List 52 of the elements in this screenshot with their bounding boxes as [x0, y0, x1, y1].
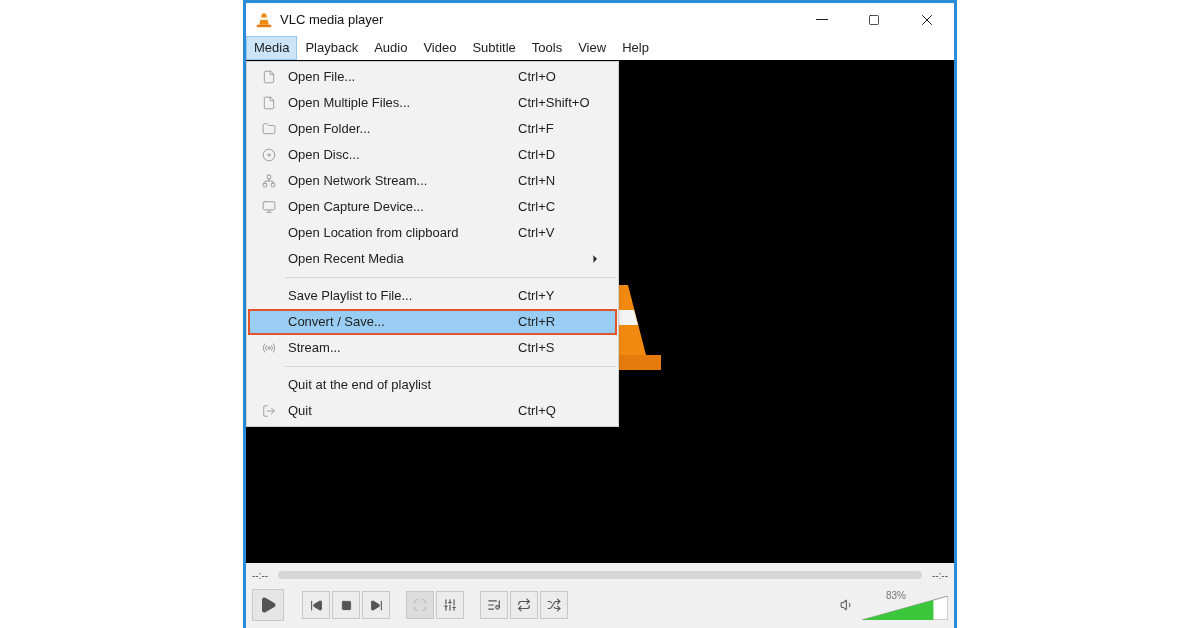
- remaining-time: --:--: [931, 568, 948, 583]
- menu-bar-item[interactable]: Audio: [366, 36, 416, 60]
- menu-bar-item[interactable]: Media: [246, 36, 298, 60]
- menu-bar-item[interactable]: Playback: [297, 36, 367, 60]
- play-icon: [259, 596, 277, 614]
- menu-item[interactable]: Open Multiple Files... Ctrl+Shift+O: [248, 90, 617, 116]
- menu-item[interactable]: Quit Ctrl+Q: [248, 398, 617, 424]
- file-icon: [262, 96, 276, 110]
- sliders-icon: [443, 598, 457, 612]
- volume-reading: 83%: [886, 589, 906, 603]
- menu-item[interactable]: Open Disc... Ctrl+D: [248, 142, 617, 168]
- menu-item[interactable]: Open Capture Device... Ctrl+C: [248, 194, 617, 220]
- equalizer-button[interactable]: [436, 591, 464, 619]
- stop-icon: [340, 599, 352, 611]
- menu-item[interactable]: Save Playlist to File... Ctrl+Y: [248, 283, 617, 309]
- playlist-icon: [487, 598, 501, 612]
- menu-item[interactable]: Open File... Ctrl+O: [248, 64, 617, 90]
- shuffle-icon: [547, 598, 561, 612]
- monitor-icon: [262, 200, 276, 214]
- broadcast-icon: [262, 341, 276, 355]
- previous-icon: [309, 598, 323, 612]
- menu-bar-item[interactable]: Subtitle: [464, 36, 524, 60]
- loop-icon: [517, 598, 531, 612]
- playlist-button[interactable]: [480, 591, 508, 619]
- menu-bar-item[interactable]: Video: [415, 36, 465, 60]
- file-icon: [262, 70, 276, 84]
- menu-item[interactable]: Convert / Save... Ctrl+R: [248, 309, 617, 335]
- fullscreen-icon: [413, 598, 427, 612]
- next-icon: [369, 598, 383, 612]
- shuffle-button[interactable]: [540, 591, 568, 619]
- menu-bar-item[interactable]: Tools: [523, 36, 571, 60]
- network-icon: [262, 174, 276, 188]
- menu-item[interactable]: Open Network Stream... Ctrl+N: [248, 168, 617, 194]
- menu-item[interactable]: Open Folder... Ctrl+F: [248, 116, 617, 142]
- loop-button[interactable]: [510, 591, 538, 619]
- menu-item[interactable]: Open Location from clipboard Ctrl+V: [248, 220, 617, 246]
- minimize-icon: [816, 19, 828, 20]
- window-title: VLC media player: [280, 10, 384, 29]
- menu-item[interactable]: Stream... Ctrl+S: [248, 335, 617, 361]
- disc-icon: [262, 148, 276, 162]
- menu-item[interactable]: Open Recent Media: [248, 246, 617, 272]
- stop-button[interactable]: [332, 591, 360, 619]
- exit-icon: [262, 404, 276, 418]
- folder-icon: [262, 122, 276, 136]
- menu-item[interactable]: Quit at the end of playlist: [248, 372, 617, 398]
- play-button[interactable]: [252, 589, 284, 621]
- elapsed-time: --:--: [252, 568, 269, 583]
- menu-bar-item[interactable]: View: [570, 36, 615, 60]
- menu-bar-item[interactable]: Help: [614, 36, 657, 60]
- previous-button[interactable]: [302, 591, 330, 619]
- maximize-icon: [868, 13, 880, 26]
- next-button[interactable]: [362, 591, 390, 619]
